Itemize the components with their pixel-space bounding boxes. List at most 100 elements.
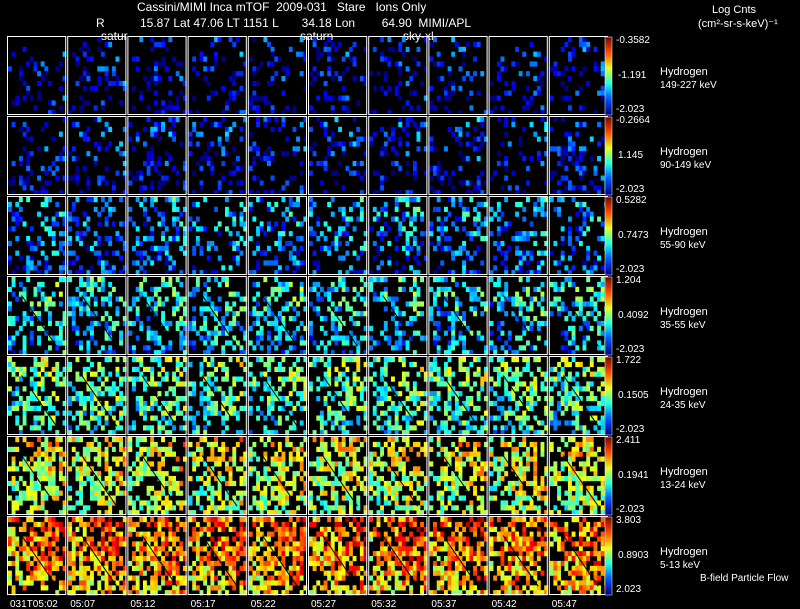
pixel-cell: [48, 197, 52, 203]
pixel-cell: [256, 500, 260, 506]
pixel-cell: [228, 325, 233, 331]
pixel-cell: [225, 151, 229, 157]
pixel-cell: [40, 505, 45, 511]
pixel-cell: [405, 345, 410, 351]
pixel-cell: [115, 485, 120, 491]
pixel-cell: [511, 117, 516, 123]
pixel-cell: [356, 446, 361, 452]
pixel-cell: [29, 170, 34, 176]
pixel-cell: [217, 361, 222, 368]
pixel-cell: [228, 291, 233, 297]
pixel-cell: [150, 495, 155, 501]
pixel-cell: [82, 136, 87, 142]
pixel-cell: [345, 301, 350, 307]
pixel-cell: [504, 226, 509, 232]
pixel-cell: [412, 216, 417, 222]
pixel-cell: [575, 226, 580, 232]
pixel-cell: [100, 66, 105, 72]
pixel-cell: [359, 405, 364, 411]
pixel-cell: [172, 476, 176, 482]
pixel-cell: [8, 361, 12, 368]
pixel-cell: [188, 340, 193, 346]
pixel-cell: [436, 265, 441, 271]
pixel-cell: [168, 255, 173, 261]
pixel-cell: [68, 151, 73, 157]
pixel-cell: [323, 80, 328, 87]
pixel-cell: [568, 226, 572, 232]
pixel-cell: [15, 216, 20, 222]
pixel-cell: [248, 236, 253, 242]
pixel-cell: [252, 495, 257, 501]
pixel-cell: [221, 146, 226, 152]
pixel-cell: [146, 490, 151, 496]
pixel-cell: [192, 126, 197, 132]
pixel-cell: [536, 156, 541, 162]
pixel-cell: [79, 240, 83, 247]
pixel-cell: [192, 345, 197, 351]
pixel-cell: [210, 301, 215, 307]
pixel-cell: [75, 376, 80, 382]
pixel-cell: [309, 325, 313, 331]
pixel-cell: [586, 206, 591, 212]
pixel-cell: [161, 471, 165, 477]
pixel-cell: [150, 296, 155, 302]
pixel-cell: [327, 51, 332, 57]
pixel-cell: [168, 505, 173, 511]
pixel-cell: [172, 437, 176, 443]
pixel-cell: [462, 366, 466, 372]
pixel-cell: [199, 446, 204, 452]
pixel-cell: [405, 371, 410, 377]
pixel-cell: [444, 420, 448, 426]
pixel-cell: [533, 131, 538, 137]
pixel-cell: [341, 141, 346, 147]
image-panel: [368, 116, 428, 196]
pixel-cell: [420, 240, 424, 247]
pixel-cell: [232, 240, 237, 247]
pixel-cell: [267, 100, 271, 106]
pixel-cell: [157, 211, 162, 217]
pixel-cell: [398, 221, 403, 227]
pixel-cell: [352, 357, 357, 363]
pixel-cell: [352, 250, 357, 256]
pixel-cell: [256, 381, 260, 387]
pixel-cell: [37, 335, 41, 341]
pixel-cell: [345, 51, 350, 57]
pixel-cell: [341, 216, 346, 222]
pixel-cell: [188, 141, 193, 147]
pixel-cell: [429, 391, 434, 397]
pixel-cell: [312, 201, 317, 208]
pixel-cell: [593, 306, 598, 312]
pixel-cell: [48, 316, 52, 322]
pixel-cell: [232, 221, 237, 227]
pixel-cell: [51, 376, 56, 382]
pixel-cell: [44, 371, 49, 377]
pixel-cell: [150, 46, 155, 52]
pixel-cell: [288, 211, 293, 217]
pixel-cell: [401, 361, 406, 368]
pixel-cell: [146, 160, 151, 167]
pixel-cell: [214, 121, 218, 128]
pixel-cell: [277, 126, 282, 132]
pixel-cell: [473, 231, 477, 237]
pixel-cell: [210, 345, 215, 351]
pixel-cell: [473, 286, 477, 292]
pixel-cell: [203, 415, 208, 421]
pixel-cell: [270, 291, 275, 297]
pixel-cell: [560, 381, 565, 387]
pixel-cell: [119, 197, 123, 203]
pixel-cell: [369, 451, 374, 457]
pixel-cell: [465, 396, 470, 402]
pixel-cell: [172, 265, 176, 271]
pixel-cell: [401, 437, 406, 443]
pixel-cell: [356, 357, 361, 363]
pixel-cell: [274, 335, 279, 341]
pixel-cell: [29, 240, 34, 247]
pixel-cell: [139, 95, 144, 101]
pixel-cell: [71, 456, 76, 462]
pixel-cell: [228, 320, 233, 327]
pixel-cell: [150, 126, 155, 132]
pixel-cell: [22, 371, 27, 377]
pixel-cell: [86, 136, 91, 142]
pixel-cell: [553, 61, 558, 67]
pixel-cell: [493, 255, 498, 261]
